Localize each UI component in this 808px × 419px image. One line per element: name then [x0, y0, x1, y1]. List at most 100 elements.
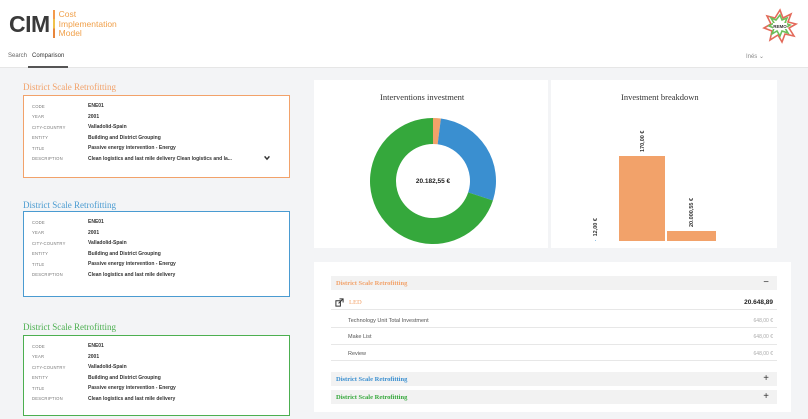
tab-search[interactable]: Search: [8, 53, 27, 59]
breakdown-sub-row: Review 648,00 €: [331, 347, 777, 361]
logo-line-3: Model: [58, 28, 82, 38]
field-value: Building and District Grouping: [88, 250, 161, 257]
field-label: CODE: [32, 343, 45, 349]
bar-value-label-1: 170,00 €: [640, 131, 646, 152]
field-value: ENE01: [88, 219, 104, 226]
field-value: Valladolid-Spain: [88, 364, 127, 371]
tab-comparison[interactable]: Comparison: [32, 53, 64, 59]
intervention-card[interactable]: CODE ENE01 YEAR 2001 CITY-COUNTRY Valladolid-…: [23, 211, 290, 297]
field-value: Valladolid-Spain: [88, 124, 127, 131]
accordion-header-2[interactable]: District Scale Retrofitting +: [331, 390, 777, 404]
language-label: Inés: [745, 54, 758, 60]
field-value: 2001: [88, 113, 100, 120]
app-logo[interactable]: CIM Cost Implementation Model: [9, 9, 117, 39]
bar-value-label-2: 20.000,55 €: [689, 198, 695, 227]
card-field-row: CITY-COUNTRY Valladolid-Spain: [32, 122, 281, 133]
breakdown-sub-row: Make List 648,00 €: [331, 331, 777, 345]
investment-breakdown-panel: Investment breakdown 12,00 €170,00 €20.0…: [551, 80, 777, 248]
card-field-row: YEAR 2001: [32, 228, 281, 239]
card-title: District Scale Retrofitting: [23, 322, 116, 332]
field-value: 2001: [88, 353, 100, 360]
field-label: DESCRIPTION: [32, 156, 63, 162]
expand-chevron-icon[interactable]: [263, 154, 271, 162]
card-field-row: DESCRIPTION Clean logistics and last mile…: [32, 394, 281, 405]
card-title: District Scale Retrofitting: [23, 82, 116, 92]
expand-plus-icon[interactable]: +: [763, 391, 769, 402]
card-field-row: CODE ENE01: [32, 217, 281, 228]
field-label: DESCRIPTION: [32, 272, 63, 278]
accordion-header-0[interactable]: District Scale Retrofitting −: [331, 276, 777, 290]
field-label: TITLE: [32, 145, 45, 151]
breakdown-sub-row: Technology Unit Total Investment 648,00 €: [331, 314, 777, 328]
field-value: ENE01: [88, 103, 104, 110]
accordion-title: District Scale Retrofitting: [336, 375, 408, 383]
field-label: CITY-COUNTRY: [32, 240, 66, 246]
card-field-row: TITLE Passive energy intervention - Energ…: [32, 143, 281, 154]
app-header: CIM Cost Implementation Model REMO: [0, 0, 808, 50]
bar-2[interactable]: [667, 230, 716, 241]
field-label: DESCRIPTION: [32, 396, 63, 402]
field-value: ENE01: [88, 343, 104, 350]
field-label: ENTITY: [32, 251, 49, 257]
bar-1[interactable]: [619, 156, 665, 241]
accordion-title: District Scale Retrofitting: [336, 393, 408, 401]
field-value: Clean logistics and last mile delivery: [88, 271, 176, 278]
card-field-row: ENTITY Building and District Grouping: [32, 133, 281, 144]
field-label: CITY-COUNTRY: [32, 364, 66, 370]
external-link-icon[interactable]: [335, 298, 344, 307]
language-selector[interactable]: Inés ⌄: [746, 53, 764, 60]
logo-text: Cost Implementation Model: [58, 9, 117, 39]
expand-plus-icon[interactable]: +: [763, 373, 769, 384]
sub-row-label: Review: [348, 350, 367, 357]
logo-divider: [52, 10, 55, 39]
investment-breakdown-chart: 12,00 € 170,00 € 20.000,55 €: [593, 131, 716, 241]
card-title: District Scale Retrofitting: [23, 200, 116, 210]
svg-text:REMO: REMO: [773, 24, 787, 29]
sub-row-label: Make List: [348, 334, 372, 340]
donut-slice-1[interactable]: [437, 118, 497, 201]
field-label: ENTITY: [32, 375, 49, 381]
field-value: Building and District Grouping: [88, 134, 161, 141]
field-value: Valladolid-Spain: [88, 240, 127, 247]
sub-row-amount: 648,00 €: [753, 350, 773, 357]
field-label: TITLE: [32, 261, 45, 267]
field-label: YEAR: [32, 354, 45, 360]
field-label: CODE: [32, 219, 45, 225]
top-nav: Search Comparison Inés ⌄: [0, 50, 808, 68]
collapse-minus-icon[interactable]: −: [763, 277, 769, 288]
accordion-header-1[interactable]: District Scale Retrofitting +: [331, 372, 777, 386]
field-value: Clean logistics and last mile delivery: [88, 395, 176, 402]
field-label: YEAR: [32, 114, 45, 120]
field-label: CODE: [32, 103, 45, 109]
field-value: Passive energy intervention - Energy: [88, 261, 176, 268]
field-label: CITY-COUNTRY: [32, 124, 66, 130]
active-tab-indicator: [28, 66, 68, 68]
field-value: Building and District Grouping: [88, 374, 161, 381]
partner-logo-icon: REMO: [762, 8, 799, 44]
card-field-row: TITLE Passive energy intervention - Energ…: [32, 259, 281, 270]
card-field-row: YEAR 2001: [32, 112, 281, 123]
breakdown-item-row[interactable]: LED 20.648,89: [331, 296, 777, 310]
field-value: Clean logistics and last mile delivery C…: [88, 155, 232, 162]
card-field-row: CITY-COUNTRY Valladolid-Spain: [32, 238, 281, 249]
field-value: 2001: [88, 229, 100, 236]
card-field-row: YEAR 2001: [32, 352, 281, 363]
sub-row-amount: 648,00 €: [753, 317, 773, 324]
field-label: ENTITY: [32, 135, 49, 141]
accordion-title: District Scale Retrofitting: [336, 279, 408, 287]
bar-value-label-0: 12,00 €: [593, 218, 599, 236]
card-field-row: CODE ENE01: [32, 101, 281, 112]
item-total: 20.648,89: [744, 299, 773, 306]
sub-row-amount: 648,00 €: [753, 334, 773, 340]
card-field-row: CITY-COUNTRY Valladolid-Spain: [32, 362, 281, 373]
donut-center-label: 20.182,55 €: [416, 178, 451, 185]
card-field-row: CODE ENE01: [32, 341, 281, 352]
intervention-card[interactable]: CODE ENE01 YEAR 2001 CITY-COUNTRY Valladolid-…: [23, 335, 290, 416]
intervention-card[interactable]: CODE ENE01 YEAR 2001 CITY-COUNTRY Valladolid-…: [23, 95, 290, 178]
sub-row-label: Technology Unit Total Investment: [348, 317, 429, 324]
field-label: TITLE: [32, 385, 45, 391]
investment-donut-panel: Interventions investment 20.182,55 €: [314, 80, 548, 248]
bar-0[interactable]: [595, 240, 596, 241]
field-label: YEAR: [32, 230, 45, 236]
card-field-row: ENTITY Building and District Grouping: [32, 249, 281, 260]
